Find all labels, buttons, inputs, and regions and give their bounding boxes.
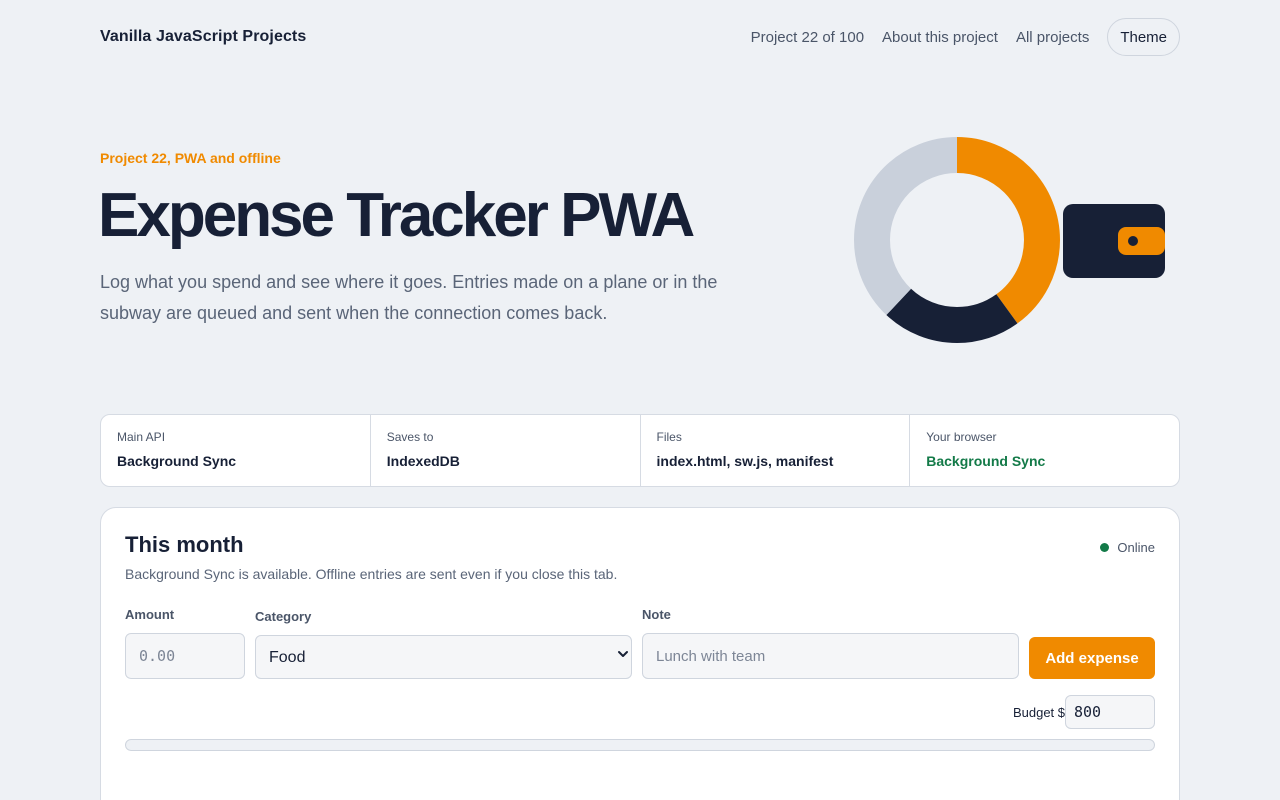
hero-illustration <box>854 137 1165 343</box>
category-select[interactable]: Food <box>255 635 632 679</box>
expense-card: This month Background Sync is available.… <box>100 507 1180 800</box>
info-value: IndexedDB <box>386 453 460 469</box>
info-value: Background Sync <box>117 453 237 469</box>
project-counter-link[interactable]: Project 22 of 100 <box>751 29 864 46</box>
sync-status-text: Background Sync is available. Offline en… <box>125 566 618 582</box>
top-bar: Vanilla JavaScript Projects Project 22 o… <box>100 18 1180 56</box>
budget-label: Budget $ <box>1012 705 1065 720</box>
info-files: Files index.html, sw.js, manifest <box>641 415 911 486</box>
budget-progress-bar <box>125 739 1155 751</box>
connection-status: Online <box>1100 540 1155 555</box>
info-label: Files <box>656 430 682 444</box>
site-brand[interactable]: Vanilla JavaScript Projects <box>100 28 306 46</box>
top-nav: Project 22 of 100 About this project All… <box>751 18 1180 56</box>
amount-label: Amount <box>125 607 175 622</box>
card-title: This month <box>125 532 244 557</box>
browser-support-value: Background Sync <box>926 453 1046 469</box>
wallet-clasp <box>1118 227 1165 255</box>
donut-chart-icon <box>854 137 1060 343</box>
info-label: Your browser <box>926 430 997 444</box>
category-label: Category <box>255 609 312 624</box>
all-projects-link[interactable]: All projects <box>1016 29 1089 46</box>
add-expense-button[interactable]: Add expense <box>1029 637 1155 679</box>
wallet-button <box>1128 236 1138 246</box>
info-your-browser: Your browser Background Sync <box>910 415 1179 486</box>
connection-status-label: Online <box>1117 540 1155 555</box>
about-project-link[interactable]: About this project <box>882 29 998 46</box>
info-label: Main API <box>117 430 166 444</box>
hero-description: Log what you spend and see where it goes… <box>100 272 718 323</box>
wallet-icon <box>1063 204 1165 278</box>
info-value: index.html, sw.js, manifest <box>656 453 834 469</box>
budget-input[interactable] <box>1065 695 1155 729</box>
theme-button[interactable]: Theme <box>1107 18 1180 56</box>
hero-eyebrow: Project 22, PWA and offline <box>100 150 281 166</box>
info-label: Saves to <box>386 430 434 444</box>
page-title: Expense Tracker PWA <box>98 181 695 250</box>
note-label: Note <box>642 607 671 622</box>
info-saves-to: Saves to IndexedDB <box>371 415 641 486</box>
online-dot-icon <box>1100 543 1110 552</box>
project-info-strip: Main API Background Sync Saves to Indexe… <box>100 414 1180 487</box>
note-input[interactable] <box>642 633 1019 679</box>
info-main-api: Main API Background Sync <box>101 415 371 486</box>
amount-input[interactable] <box>125 633 245 679</box>
